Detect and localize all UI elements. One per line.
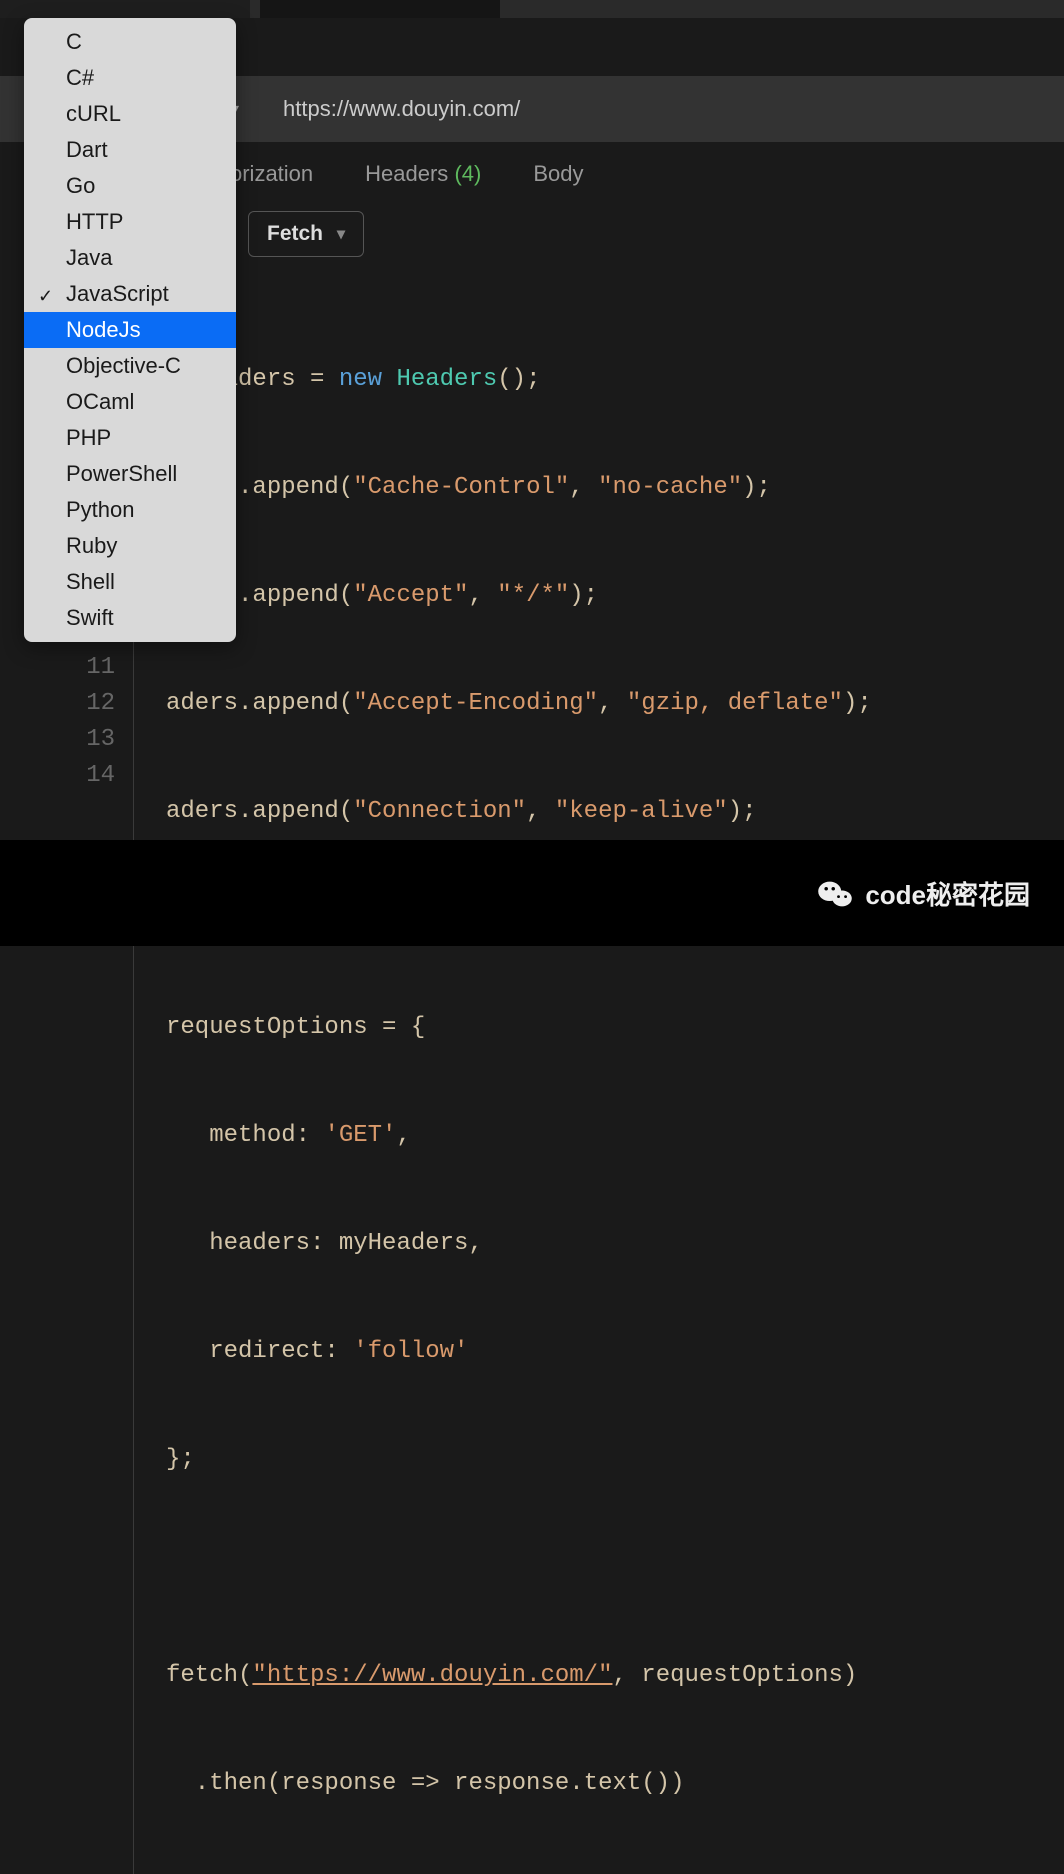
language-label: OCaml (66, 389, 134, 414)
check-icon: ✓ (38, 280, 53, 312)
language-label: Ruby (66, 533, 117, 558)
language-option[interactable]: cURL (24, 96, 236, 132)
language-option[interactable]: Go (24, 168, 236, 204)
watermark: code秘密花园 (817, 875, 1030, 912)
language-label: PowerShell (66, 461, 177, 486)
language-label: NodeJs (66, 317, 141, 342)
language-label: cURL (66, 101, 121, 126)
language-label: Swift (66, 605, 114, 630)
language-option[interactable]: Shell (24, 564, 236, 600)
top-bar (0, 0, 1064, 18)
language-label: HTTP (66, 209, 123, 234)
tab-headers[interactable]: Headers (4) (365, 161, 481, 187)
line-number: 11 (0, 650, 115, 686)
tab-headers-label: Headers (365, 161, 448, 186)
chevron-down-icon: ▾ (337, 224, 345, 244)
language-label: C (66, 29, 82, 54)
language-label: JavaScript (66, 281, 169, 306)
language-option[interactable]: C (24, 24, 236, 60)
code-content: ıyHeaders = new Headers(); aders.append(… (134, 290, 872, 1874)
line-number: 12 (0, 686, 115, 722)
language-option[interactable]: HTTP (24, 204, 236, 240)
language-option[interactable]: Dart (24, 132, 236, 168)
language-label: Python (66, 497, 135, 522)
language-label: C# (66, 65, 94, 90)
language-option[interactable]: C# (24, 60, 236, 96)
language-dropdown[interactable]: C C# cURL Dart Go HTTP Java ✓ JavaScript NodeJs Ob… (24, 18, 236, 642)
language-option[interactable]: ✓ JavaScript (24, 276, 236, 312)
window-tab[interactable] (0, 0, 250, 18)
tab-body[interactable]: Body (533, 161, 583, 187)
language-label: Shell (66, 569, 115, 594)
language-option[interactable]: OCaml (24, 384, 236, 420)
request-url[interactable]: https://www.douyin.com/ (283, 96, 520, 122)
language-label: Dart (66, 137, 108, 162)
language-option[interactable]: Ruby (24, 528, 236, 564)
variant-dropdown[interactable]: Fetch ▾ (248, 211, 364, 257)
window-tab-inactive[interactable] (260, 0, 500, 18)
language-option[interactable]: Swift (24, 600, 236, 636)
language-label: Objective-C (66, 353, 181, 378)
line-number: 13 (0, 722, 115, 758)
language-label: Java (66, 245, 112, 270)
language-option[interactable]: NodeJs (24, 312, 236, 348)
wechat-icon (817, 879, 853, 909)
variant-label: Fetch (267, 222, 323, 246)
watermark-text: code秘密花园 (865, 875, 1030, 912)
line-number: 14 (0, 758, 115, 794)
tab-authorization[interactable]: orization (230, 161, 313, 187)
language-option[interactable]: Objective-C (24, 348, 236, 384)
tab-headers-count: (4) (454, 161, 481, 186)
language-label: PHP (66, 425, 111, 450)
language-option[interactable]: Python (24, 492, 236, 528)
language-label: Go (66, 173, 95, 198)
language-option[interactable]: PHP (24, 420, 236, 456)
language-option[interactable]: PowerShell (24, 456, 236, 492)
language-option[interactable]: Java (24, 240, 236, 276)
